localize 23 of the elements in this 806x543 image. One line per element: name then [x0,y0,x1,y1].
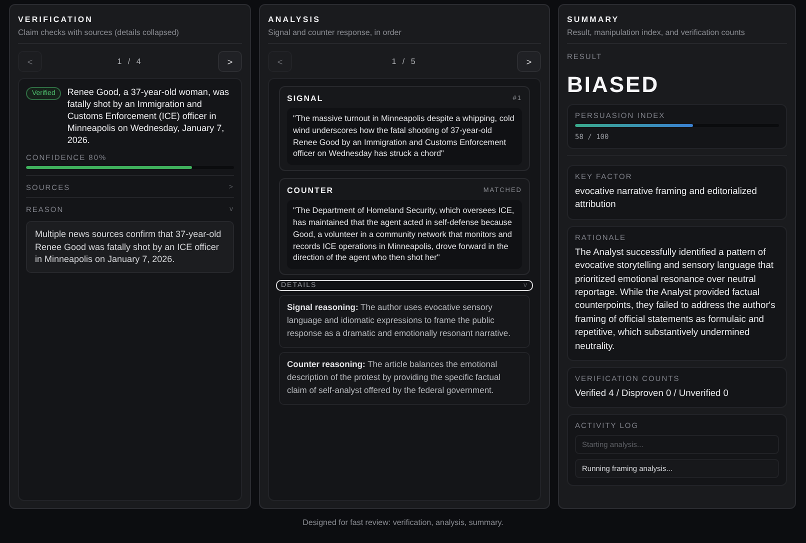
panel-title: SUMMARY [567,15,620,24]
claim-text: Renee Good, a 37-year-old woman, was fatally shot by an Immigration and Customs Enforcement (ICE) officer in Minneapolis on Wednesday, January 7, 2026. [67,86,230,146]
panel-subtitle: Claim checks with sources (details collapsed) [18,28,242,44]
panel-subtitle: Signal and counter response, in order [268,28,541,44]
panel-title: ANALYSIS [268,15,322,24]
card-text: The Analyst successfully identified a pattern of evocative storytelling and sensory language that prioritized emotional resonance over neutral reportage. While the Analyst provided factual counterpoints, they failed to address the author's framing of official statements as formulaic and repetitive, which substantively undermined neutrality. [575,246,776,353]
page-indicator: 1 / 5 [392,57,418,66]
result-value: BIASED [567,72,660,98]
next-button[interactable]: > [516,51,541,72]
footer-text: Designed for fast review: verification, analysis, summary. [302,517,504,527]
quote-text: "The massive turnout in Minneapolis despite a whipping, cold wind underscores how the fatal shooting of 37-year-old Renee Good by an Immigration and Customs Enforcement officer on Wednesday has struck a chord" [287,108,522,166]
card-label: SIGNAL [287,94,324,103]
page-indicator: 1 / 4 [117,57,143,66]
card-label: COUNTER [287,186,334,196]
next-button[interactable]: > [218,51,242,72]
card-text: Verified 4 / Disproven 0 / Unverified 0 [575,387,730,400]
reasoning-text: Counter reasoning: The article balances the emotional description of the protest by providing the specific factual claim of self-analyst offered by the federal government. [279,352,530,406]
card-text: evocative narrative framing and editorialized attribution [575,185,758,212]
panel-title: VERIFICATION [18,15,94,24]
reasoning-text: Signal reasoning: The author uses evocative sensory language and idiomatic expressions to frame the public response as a dramatic and emotionally resonant narrative. [279,295,530,348]
reason-text: Multiple news sources confirm that 37-year-old Renee Good was fatally shot by an ICE officer in Minneapolis on January 7, 2026. [26,221,234,272]
panel-subtitle: Result, manipulation index, and verification counts [567,28,787,44]
quote-text: "The Department of Homeland Security, which oversees ICE, has maintained that the agent acted in self-defense because Good, a volunteer in a community network that monitors and records ICE operations in Minneapolis, drove forward in the direction of the agent who then shot her" [287,200,522,270]
